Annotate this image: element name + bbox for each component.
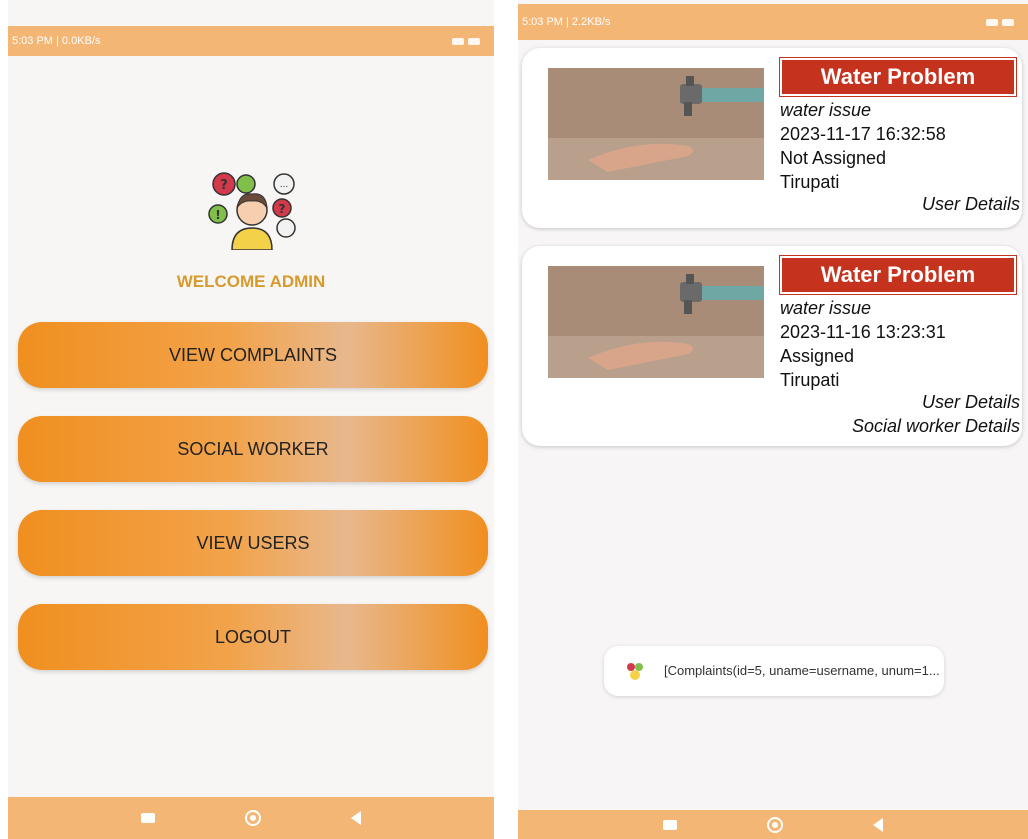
- status-text: 5:03 PM | 0.0KB/s: [12, 35, 101, 47]
- complaint-title: Water Problem: [780, 58, 1016, 96]
- complaint-datetime: 2023-11-17 16:32:58: [780, 124, 946, 144]
- battery-icon: [468, 37, 480, 45]
- complaint-title: Water Problem: [780, 256, 1016, 294]
- logout-button[interactable]: LOGOUT: [18, 604, 488, 670]
- user-details-link[interactable]: User Details: [922, 392, 1020, 413]
- recents-icon[interactable]: [663, 819, 677, 830]
- social-worker-button[interactable]: SOCIAL WORKER: [18, 416, 488, 482]
- signal-icon: [986, 18, 998, 26]
- user-details-link[interactable]: User Details: [922, 194, 1020, 215]
- signal-icon: [452, 37, 464, 45]
- navigation-bar: [8, 797, 494, 839]
- app-icon: [627, 663, 643, 680]
- home-icon[interactable]: [767, 816, 783, 833]
- back-icon[interactable]: [351, 811, 361, 825]
- complaint-datetime: 2023-11-16 13:23:31: [780, 322, 946, 342]
- complaints-list-screen: 5:03 PM | 2.2KB/s Water Problem water is…: [518, 0, 1028, 839]
- complaint-description: water issue: [780, 100, 872, 120]
- complaint-location: Tirupati: [780, 172, 840, 192]
- complaint-status: Not Assigned: [780, 148, 887, 168]
- view-complaints-button[interactable]: VIEW COMPLAINTS: [18, 322, 488, 388]
- water-tap-image: [548, 266, 764, 378]
- svg-text:!: !: [215, 208, 220, 222]
- status-bar: 5:03 PM | 0.0KB/s: [8, 26, 494, 56]
- admin-home-screen: 5:03 PM | 0.0KB/s ? ... ! ? WELCOME ADMI…: [8, 0, 494, 839]
- status-bar: 5:03 PM | 2.2KB/s: [518, 4, 1028, 40]
- complaint-location: Tirupati: [780, 370, 840, 390]
- svg-text:...: ...: [280, 180, 289, 190]
- view-users-button[interactable]: VIEW USERS: [18, 510, 488, 576]
- complaint-card[interactable]: Water Problem water issue 2023-11-16 13:…: [522, 246, 1022, 446]
- social-worker-details-link[interactable]: Social worker Details: [852, 416, 1020, 437]
- home-icon[interactable]: [245, 810, 261, 826]
- svg-text:?: ?: [279, 202, 286, 216]
- recents-icon[interactable]: [141, 813, 155, 823]
- complaint-card[interactable]: Water Problem water issue 2023-11-17 16:…: [522, 48, 1022, 228]
- complaint-description: water issue: [780, 298, 872, 318]
- toast-message: [Complaints(id=5, uname=username, unum=1…: [604, 646, 944, 696]
- battery-icon: [1002, 18, 1014, 26]
- navigation-bar: [518, 810, 1028, 839]
- status-text: 5:03 PM | 2.2KB/s: [522, 16, 611, 28]
- back-icon[interactable]: [873, 817, 883, 832]
- status-icons: [452, 37, 480, 45]
- svg-text:?: ?: [220, 178, 228, 193]
- water-tap-image: [548, 68, 764, 180]
- people-chat-icon: ? ... ! ?: [208, 172, 296, 250]
- welcome-title: WELCOME ADMIN: [176, 272, 326, 291]
- status-icons: [986, 18, 1014, 26]
- toast-text: [Complaints(id=5, uname=username, unum=1…: [664, 663, 940, 678]
- complaint-status: Assigned: [780, 346, 855, 366]
